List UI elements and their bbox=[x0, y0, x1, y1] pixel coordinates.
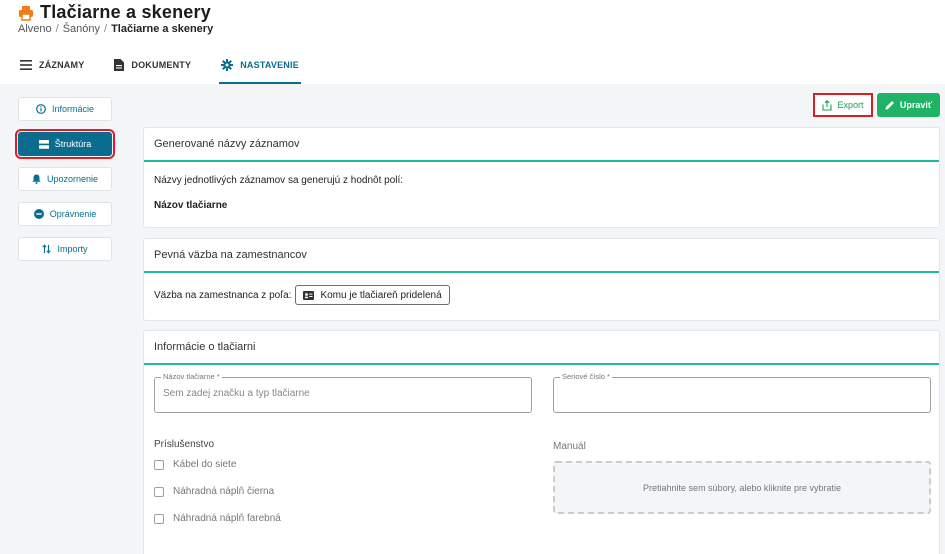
card-title: Pevná väzba na zamestnancov bbox=[144, 239, 939, 273]
card-title: Generované názvy záznamov bbox=[144, 128, 939, 162]
serial-number-field[interactable]: Seriové číslo * bbox=[553, 372, 931, 413]
breadcrumb-separator: / bbox=[104, 23, 108, 35]
accessories-title: Príslušenstvo bbox=[154, 439, 215, 450]
export-button[interactable]: Export bbox=[813, 93, 873, 117]
card-title: Informácie o tlačiarni bbox=[144, 331, 939, 365]
import-icon bbox=[42, 244, 52, 254]
tab-label: NASTAVENIE bbox=[240, 60, 299, 70]
serial-number-input[interactable] bbox=[562, 388, 901, 399]
sidebar-item-label: Oprávnenie bbox=[49, 209, 97, 219]
sidebar-item-upozornenie[interactable]: Upozornenie bbox=[18, 167, 112, 191]
edit-button[interactable]: Upraviť bbox=[877, 93, 940, 117]
accessory-checkbox[interactable]: Náhradná náplň farebná bbox=[154, 513, 281, 524]
export-icon bbox=[822, 99, 833, 111]
printer-name-field[interactable]: Názov tlačiarne * bbox=[154, 372, 532, 413]
bell-icon bbox=[32, 174, 41, 184]
binding-row: Väzba na zamestnanca z poľa: Komu je tla… bbox=[154, 285, 450, 305]
id-card-icon bbox=[303, 290, 315, 300]
checkbox-label: Náhradná náplň farebná bbox=[173, 513, 281, 524]
page-title: Tlačiarne a skenery bbox=[40, 2, 211, 22]
page-header: Tlačiarne a skenery Alveno / Šanóny / Tl… bbox=[0, 0, 945, 84]
tab-zaznamy[interactable]: ZÁZNAMY bbox=[18, 46, 86, 84]
manual-title: Manuál bbox=[553, 441, 586, 452]
sidebar-item-label: Štruktúra bbox=[54, 139, 92, 149]
checkbox-box[interactable] bbox=[154, 513, 164, 524]
tab-nastavenie[interactable]: NASTAVENIE bbox=[219, 46, 301, 84]
settings-sidebar: Informácie Štruktúra Upozornenie Oprávne… bbox=[15, 97, 115, 272]
generated-names-card: Generované názvy záznamov Názvy jednotli… bbox=[143, 127, 940, 228]
tab-label: DOKUMENTY bbox=[131, 60, 192, 70]
checkbox-label: Kábel do siete bbox=[173, 459, 237, 470]
info-icon bbox=[36, 104, 46, 114]
sidebar-item-opravnenie[interactable]: Oprávnenie bbox=[18, 202, 112, 226]
title-row: Tlačiarne a skenery bbox=[18, 2, 211, 23]
breadcrumb-separator: / bbox=[55, 23, 59, 35]
minus-circle-icon bbox=[33, 209, 44, 219]
document-icon bbox=[114, 59, 125, 71]
sidebar-item-importy[interactable]: Importy bbox=[18, 237, 112, 261]
printer-info-card: Informácie o tlačiarni Názov tlačiarne *… bbox=[143, 330, 940, 554]
field-label: Seriové číslo * bbox=[560, 372, 612, 381]
checkbox-label: Náhradná náplň čierna bbox=[173, 486, 275, 497]
tab-bar: ZÁZNAMY DOKUMENTY NASTAVENIE bbox=[18, 46, 327, 84]
printer-icon bbox=[19, 5, 33, 21]
checkbox-box[interactable] bbox=[154, 486, 164, 497]
structure-icon bbox=[38, 139, 49, 149]
list-icon bbox=[20, 60, 32, 70]
export-button-label: Export bbox=[837, 100, 864, 110]
accessory-checkbox[interactable]: Náhradná náplň čierna bbox=[154, 486, 274, 497]
accessory-checkbox[interactable]: Kábel do siete bbox=[154, 459, 236, 470]
binding-label: Väzba na zamestnanca z poľa: bbox=[154, 289, 292, 301]
sidebar-item-label: Importy bbox=[57, 244, 88, 254]
breadcrumb-item[interactable]: Šanóny bbox=[63, 23, 100, 35]
printer-name-input[interactable] bbox=[163, 388, 502, 399]
sidebar-item-informacie[interactable]: Informácie bbox=[18, 97, 112, 121]
tab-label: ZÁZNAMY bbox=[39, 60, 85, 70]
binding-chip-label: Komu je tlačiareň pridelená bbox=[320, 289, 442, 301]
edit-button-label: Upraviť bbox=[899, 100, 933, 110]
pencil-icon bbox=[885, 101, 894, 110]
dropzone-text: Pretiahnite sem súbory, alebo kliknite p… bbox=[643, 482, 841, 493]
breadcrumb-current: Tlačiarne a skenery bbox=[111, 23, 214, 35]
generated-names-field: Názov tlačiarne bbox=[154, 200, 228, 211]
breadcrumb-item[interactable]: Alveno bbox=[18, 23, 52, 35]
breadcrumb: Alveno / Šanóny / Tlačiarne a skenery bbox=[18, 23, 213, 35]
sidebar-item-struktura[interactable]: Štruktúra bbox=[15, 129, 115, 159]
gear-icon bbox=[221, 59, 234, 71]
binding-field-chip[interactable]: Komu je tlačiareň pridelená bbox=[295, 285, 450, 305]
generated-names-description: Názvy jednotlivých záznamov sa generujú … bbox=[154, 175, 404, 186]
sidebar-item-label: Upozornenie bbox=[46, 174, 99, 184]
checkbox-box[interactable] bbox=[154, 459, 164, 470]
sidebar-item-label: Informácie bbox=[51, 104, 95, 114]
employee-binding-card: Pevná väzba na zamestnancov Väzba na zam… bbox=[143, 238, 940, 321]
tab-dokumenty[interactable]: DOKUMENTY bbox=[112, 46, 193, 84]
file-dropzone[interactable]: Pretiahnite sem súbory, alebo kliknite p… bbox=[553, 461, 931, 514]
field-label: Názov tlačiarne * bbox=[161, 372, 222, 381]
